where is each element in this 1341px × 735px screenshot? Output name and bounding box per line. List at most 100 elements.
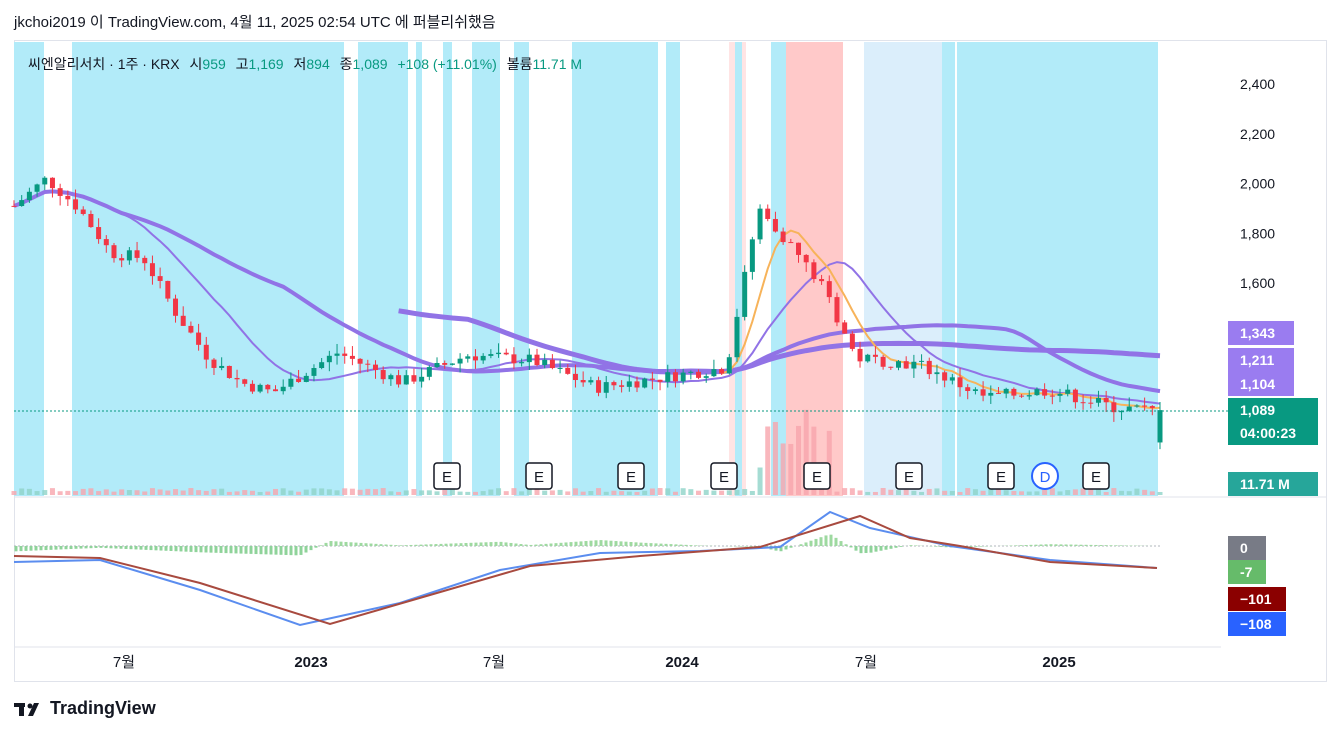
candle-body <box>173 298 179 316</box>
volume-bar <box>349 488 355 495</box>
macd-signal-line <box>13 514 1158 626</box>
macd-histogram-bar <box>419 544 423 546</box>
macd-histogram-bar <box>1034 544 1038 546</box>
candle-body <box>765 208 771 219</box>
volume-bar <box>234 491 240 495</box>
candle-body <box>1134 405 1140 407</box>
macd-histogram-bar <box>1089 544 1093 546</box>
macd-histogram-bar <box>184 546 188 552</box>
price-tick-label: 2,000 <box>1240 176 1275 192</box>
macd-histogram-bar <box>799 544 803 546</box>
candle-body <box>849 333 855 349</box>
macd-histogram-bar <box>169 546 173 551</box>
candle-body <box>1003 388 1009 394</box>
volume-bar <box>434 491 440 495</box>
macd-histogram-bar <box>274 546 278 555</box>
candle-body <box>465 356 471 359</box>
candle-body <box>57 188 63 196</box>
volume-bar <box>888 489 894 495</box>
macd-histogram-bar <box>409 544 413 546</box>
volume-bar <box>588 491 594 495</box>
candle-body <box>565 367 571 374</box>
volume-bar <box>96 491 102 495</box>
candle-body <box>880 356 886 367</box>
macd-histogram-bar <box>604 540 608 546</box>
volume-bar <box>1157 491 1163 495</box>
volume-bar <box>419 490 425 495</box>
volume-label: 볼륨 <box>506 56 533 72</box>
volume-bar <box>173 489 179 495</box>
candle-body <box>772 218 778 232</box>
volume-bar <box>649 488 655 495</box>
macd-histogram-bar <box>689 545 693 546</box>
macd-histogram-bar <box>1084 544 1088 546</box>
candle-body <box>457 358 463 364</box>
macd-histogram-bar <box>934 546 938 547</box>
volume-bar <box>657 488 663 495</box>
macd-histogram-bar <box>584 541 588 546</box>
macd-histogram-bar <box>629 542 633 546</box>
price-badge-label: 1,343 <box>1240 325 1275 341</box>
volume-bar <box>1026 491 1032 495</box>
macd-histogram-bar <box>349 542 353 546</box>
macd-histogram-bar <box>1109 545 1113 546</box>
candle-body <box>1042 389 1048 396</box>
cyan-band <box>514 42 529 496</box>
macd-histogram-bar <box>249 546 253 554</box>
tradingview-footer[interactable]: TradingView <box>14 698 156 719</box>
time-axis-label: 2025 <box>1042 654 1075 671</box>
macd-histogram-bar <box>399 545 403 546</box>
volume-bar <box>688 489 694 495</box>
macd-histogram-bar <box>89 546 93 549</box>
volume-bar <box>296 491 302 495</box>
volume-bar <box>642 490 648 495</box>
macd-histogram-bar <box>229 546 233 554</box>
macd-histogram-bar <box>124 546 128 549</box>
candle-body <box>511 354 517 364</box>
candle-body <box>42 177 48 185</box>
time-axis-label: 2024 <box>665 654 699 671</box>
volume-bar <box>126 490 132 495</box>
macd-histogram-bar <box>369 543 373 546</box>
macd-histogram-bar <box>214 546 218 553</box>
candle-body <box>965 387 971 391</box>
volume-bar <box>626 491 632 495</box>
open-value: 959 <box>202 56 226 72</box>
candle-body <box>396 375 402 385</box>
volume-bar <box>265 491 271 495</box>
macd-histogram-bar <box>64 546 68 550</box>
macd-histogram-bar <box>244 546 248 554</box>
macd-histogram-bar <box>204 546 208 553</box>
price-badge-label: 04:00:23 <box>1240 425 1296 441</box>
volume-bar <box>949 491 955 495</box>
macd-histogram-bar <box>589 540 593 546</box>
macd-histogram-bar <box>909 545 913 546</box>
macd-histogram-bar <box>1119 545 1123 546</box>
volume-bar <box>796 425 802 495</box>
volume-bar <box>511 488 517 495</box>
candle-body <box>911 361 917 369</box>
volume-bar <box>449 489 455 495</box>
macd-histogram-bar <box>304 546 308 553</box>
volume-bar <box>480 491 486 495</box>
macd-histogram-bar <box>539 544 543 546</box>
macd-histogram-bar <box>39 546 43 551</box>
low-label: 저 <box>293 56 307 72</box>
macd-histogram-bar <box>884 546 888 550</box>
macd-histogram-bar <box>534 544 538 546</box>
volume-bar <box>411 489 417 495</box>
candle-body <box>334 353 340 356</box>
volume-bar <box>142 491 148 495</box>
chart-svg[interactable]: E E E E E E E D E 2,400 2,200 2,000 1,800 1,600 1,34… <box>0 0 1341 735</box>
volume-bar <box>211 489 217 495</box>
volume-bar <box>980 490 986 495</box>
earnings-marker-label: E <box>904 469 914 486</box>
macd-histogram-bar <box>159 546 163 551</box>
candle-body <box>88 213 94 228</box>
candle-body <box>1057 393 1063 396</box>
volume-bar <box>972 489 978 495</box>
macd-histogram-bar <box>404 545 408 546</box>
macd-histogram-bar <box>579 541 583 546</box>
candle-body <box>1095 397 1101 403</box>
macd-histogram-bar <box>209 546 213 553</box>
